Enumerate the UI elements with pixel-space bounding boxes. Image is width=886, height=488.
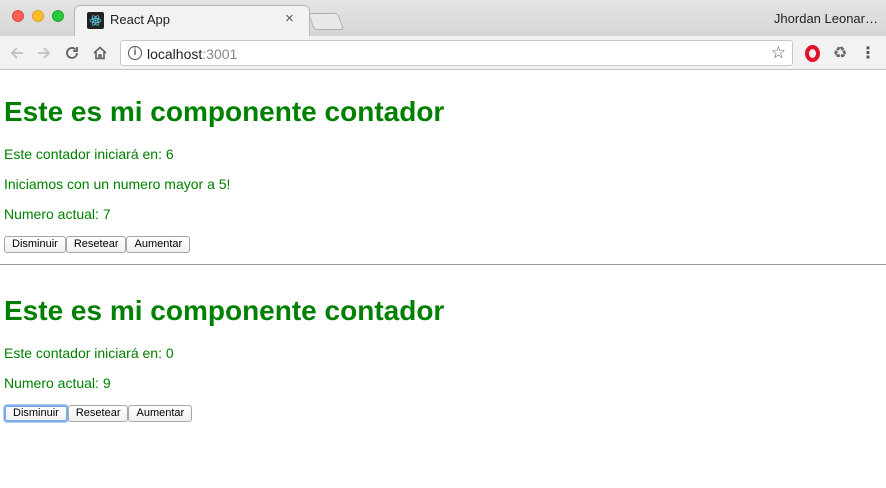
home-icon[interactable] bbox=[89, 42, 111, 64]
close-window-button[interactable] bbox=[12, 10, 24, 22]
kebab-menu-icon[interactable]: ⋮ bbox=[858, 43, 878, 63]
opera-icon[interactable] bbox=[802, 43, 822, 63]
tab-close-icon[interactable]: × bbox=[285, 11, 294, 27]
reset-button[interactable]: Resetear bbox=[67, 405, 129, 422]
recycle-icon[interactable]: ♻ bbox=[830, 43, 850, 63]
react-logo-icon bbox=[87, 12, 104, 29]
new-tab-button[interactable] bbox=[307, 13, 345, 30]
url-host: localhost bbox=[147, 46, 203, 62]
address-bar[interactable]: i localhost:3001 ☆ bbox=[120, 40, 793, 66]
arrow-left-icon[interactable] bbox=[6, 42, 28, 64]
counter-buttons: Disminuir Resetear Aumentar bbox=[4, 405, 882, 422]
counter-component-2: Este es mi componente contador Este cont… bbox=[0, 265, 886, 422]
info-icon[interactable]: i bbox=[128, 46, 142, 60]
arrow-right-icon[interactable] bbox=[33, 42, 55, 64]
counter-title: Este es mi componente contador bbox=[4, 295, 445, 326]
star-icon[interactable]: ☆ bbox=[771, 43, 786, 63]
page-content: Este es mi componente contador Este cont… bbox=[0, 71, 886, 422]
counter-buttons: Disminuir Resetear Aumentar bbox=[4, 236, 882, 253]
url-port: :3001 bbox=[202, 46, 238, 62]
increase-button[interactable]: Aumentar bbox=[128, 405, 193, 422]
counter-current-text: Numero actual: 7 bbox=[4, 206, 111, 222]
counter-component-1: Este es mi componente contador Este cont… bbox=[0, 71, 886, 253]
window-controls bbox=[12, 10, 64, 22]
browser-toolbar: i localhost:3001 ☆ ♻ ⋮ bbox=[0, 36, 886, 70]
url-text[interactable]: localhost:3001 bbox=[147, 46, 237, 62]
counter-start-text: Este contador iniciará en: 6 bbox=[4, 146, 174, 162]
tab-title: React App bbox=[110, 12, 170, 27]
counter-extra-text: Iniciamos con un numero mayor a 5! bbox=[4, 176, 231, 192]
counter-start-text: Este contador iniciará en: 0 bbox=[4, 345, 174, 361]
reset-button[interactable]: Resetear bbox=[65, 236, 127, 253]
profile-name[interactable]: Jhordan Leonar… bbox=[774, 11, 878, 26]
counter-title: Este es mi componente contador bbox=[4, 96, 445, 127]
counter-current-text: Numero actual: 9 bbox=[4, 375, 111, 391]
decrease-button[interactable]: Disminuir bbox=[4, 405, 68, 422]
reload-icon[interactable] bbox=[61, 42, 83, 64]
decrease-button[interactable]: Disminuir bbox=[4, 236, 66, 253]
increase-button[interactable]: Aumentar bbox=[126, 236, 191, 253]
tab-strip: React App × Jhordan Leonar… bbox=[0, 0, 886, 36]
minimize-window-button[interactable] bbox=[32, 10, 44, 22]
maximize-window-button[interactable] bbox=[52, 10, 64, 22]
